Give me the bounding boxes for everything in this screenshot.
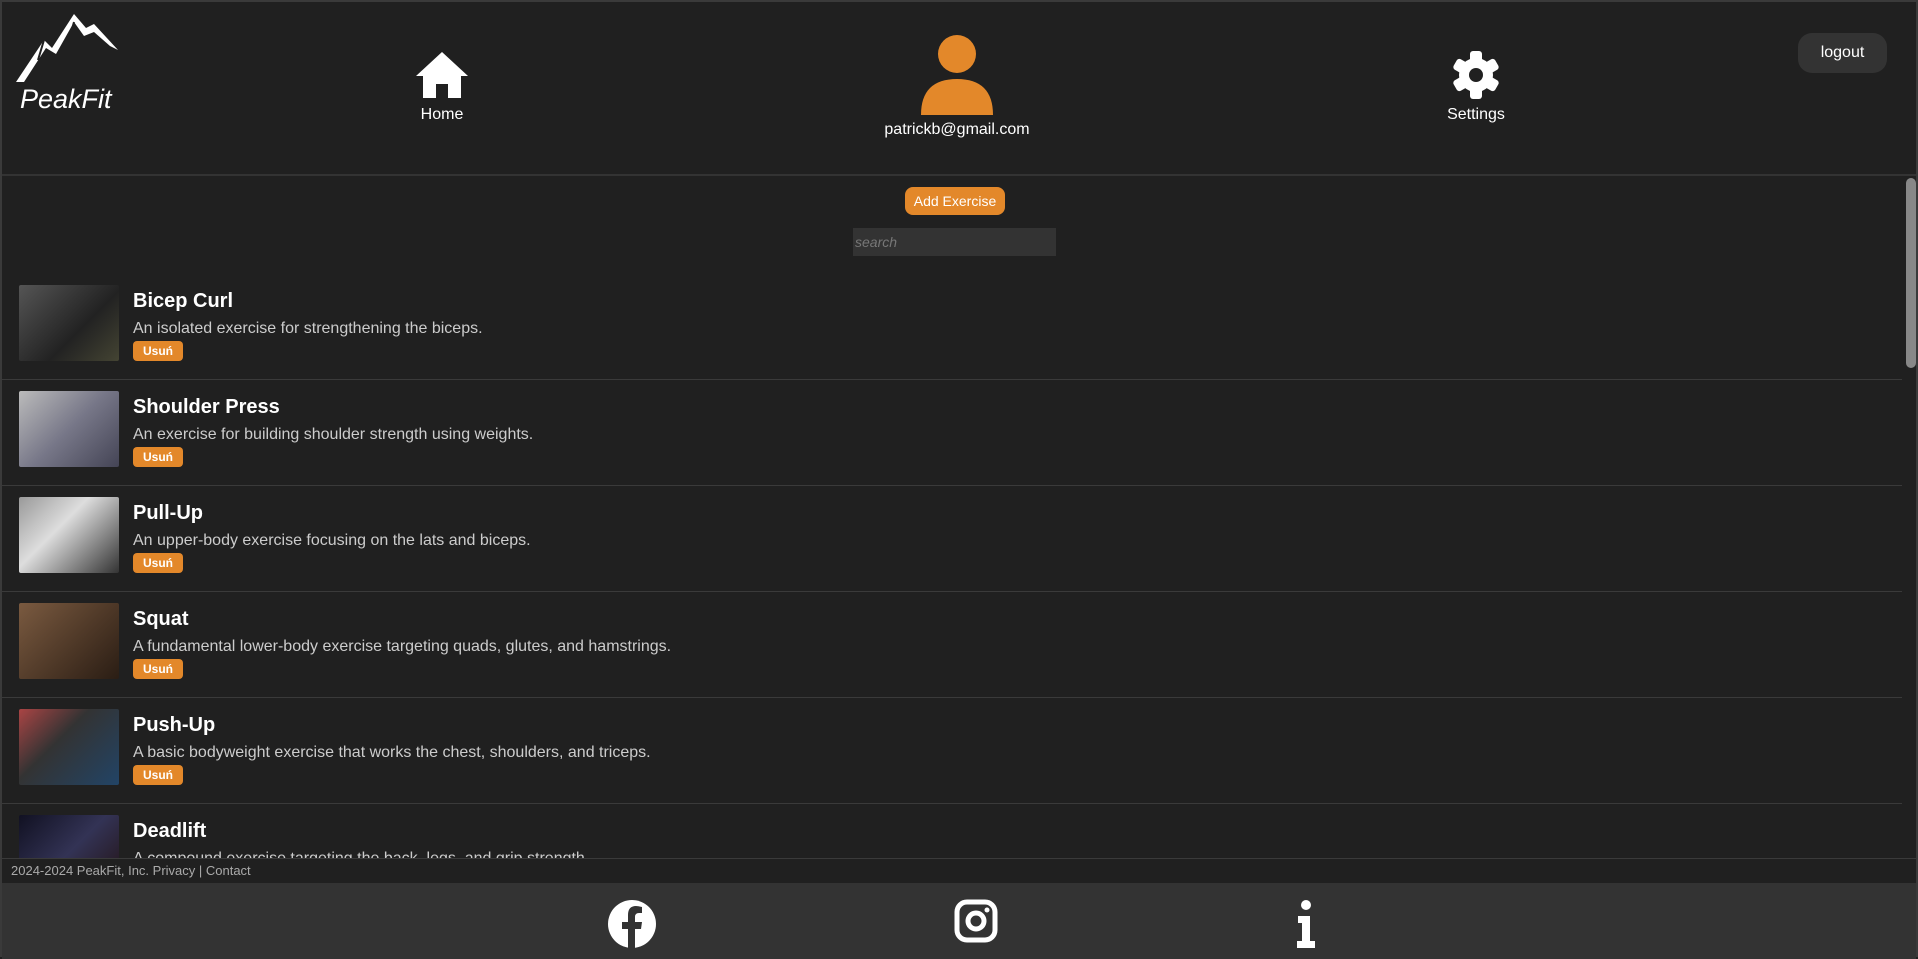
peakfit-logo[interactable]: PeakFit (14, 10, 120, 114)
exercise-row: Deadlift A compound exercise targeting th… (2, 804, 1902, 858)
exercise-panel: Add Exercise (function(){ const d=JSON.p… (2, 178, 1902, 858)
exercise-description: A compound exercise targeting the back, … (133, 850, 589, 858)
exercise-row: Push-Up A basic bodyweight exercise that … (2, 698, 1902, 804)
logout-button[interactable]: logout (1798, 33, 1887, 73)
exercise-title: Squat (133, 608, 189, 630)
exercise-description: An isolated exercise for strengthening t… (133, 320, 483, 337)
nav-settings[interactable]: Settings (1426, 50, 1526, 124)
gear-icon (1453, 51, 1499, 99)
exercise-image (19, 285, 119, 361)
exercise-image (19, 391, 119, 467)
delete-button[interactable]: Usuń (133, 553, 183, 573)
scrollbar[interactable] (1904, 178, 1917, 858)
exercise-row: Pull-Up An upper-body exercise focusing o… (2, 486, 1902, 592)
add-exercise-button[interactable]: Add Exercise (905, 187, 1005, 215)
delete-button[interactable]: Usuń (133, 765, 183, 785)
exercise-title: Bicep Curl (133, 290, 234, 312)
delete-button[interactable]: Usuń (133, 659, 183, 679)
scrollbar-thumb[interactable] (1906, 178, 1916, 368)
exercise-image (19, 815, 119, 858)
exercise-image (19, 497, 119, 573)
exercise-image (19, 603, 119, 679)
delete-button[interactable]: Usuń (133, 341, 183, 361)
exercise-description: A basic bodyweight exercise that works t… (133, 744, 651, 761)
header: PeakFit Home patrickb@gmail.com Settings… (2, 2, 1916, 176)
search-input[interactable] (853, 228, 1056, 256)
exercise-title: Pull-Up (133, 502, 203, 524)
brand-name: PeakFit (20, 84, 112, 114)
user-email: patrickb@gmail.com (884, 121, 1030, 138)
facebook-icon[interactable] (607, 899, 657, 949)
mountain-icon (16, 14, 118, 82)
nav-settings-label: Settings (1447, 106, 1505, 123)
exercise-description: An exercise for building shoulder streng… (133, 426, 534, 443)
user-icon (921, 35, 993, 115)
footer (2, 883, 1916, 959)
exercise-title: Push-Up (133, 714, 216, 736)
nav-profile[interactable]: patrickb@gmail.com (857, 35, 1057, 139)
exercise-image (19, 709, 119, 785)
exercise-description: An upper-body exercise focusing on the l… (133, 532, 531, 549)
copyright: 2024-2024 PeakFit, Inc. Privacy | Contac… (2, 858, 1916, 883)
delete-button[interactable]: Usuń (133, 447, 183, 467)
exercise-description: A fundamental lower-body exercise target… (133, 638, 672, 655)
exercise-row: Bicep Curl An isolated exercise for stren… (2, 274, 1902, 380)
nav-home-label: Home (420, 106, 464, 123)
nav-home[interactable]: Home (402, 50, 482, 124)
info-icon[interactable] (1294, 899, 1318, 949)
home-icon (416, 52, 468, 98)
exercise-title: Deadlift (133, 820, 207, 842)
exercise-list: (function(){ const d=JSON.parse(document… (2, 274, 1902, 858)
exercise-title: Shoulder Press (133, 396, 280, 418)
exercise-row: Shoulder Press An exercise for building s… (2, 380, 1902, 486)
exercise-row: Squat A fundamental lower-body exercise t… (2, 592, 1902, 698)
instagram-icon[interactable] (954, 899, 998, 943)
